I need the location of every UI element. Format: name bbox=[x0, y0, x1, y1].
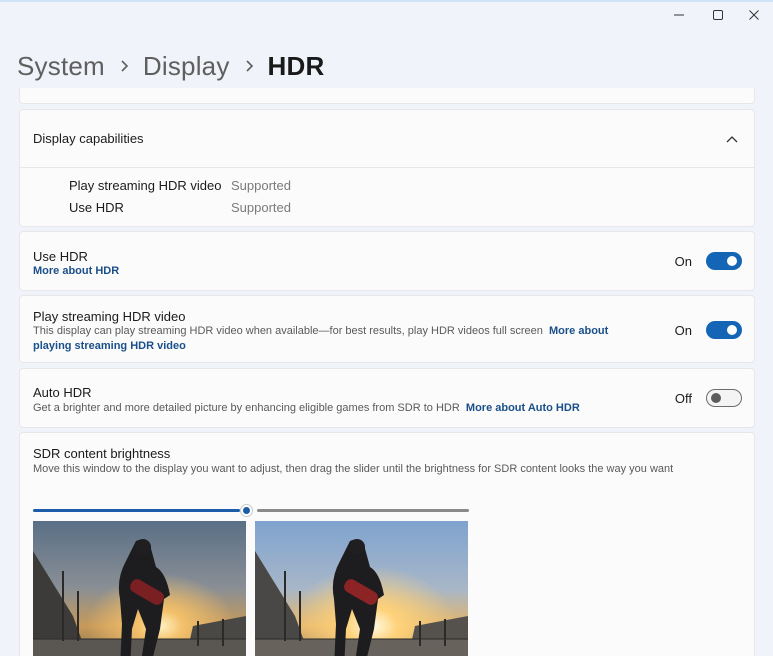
streaming-hdr-toggle-group: On bbox=[675, 321, 742, 339]
slider-track bbox=[257, 509, 469, 512]
capability-value: Supported bbox=[231, 178, 291, 193]
use-hdr-title: Use HDR bbox=[33, 249, 88, 264]
minimize-button[interactable] bbox=[662, 4, 696, 26]
streaming-hdr-link-part1[interactable]: More about bbox=[549, 325, 608, 337]
display-capabilities-title: Display capabilities bbox=[33, 131, 144, 146]
streaming-hdr-link-part2[interactable]: playing streaming HDR video bbox=[33, 340, 186, 352]
breadcrumb-item-display[interactable]: Display bbox=[143, 51, 230, 82]
hdr-preview-picture bbox=[255, 521, 468, 656]
streaming-hdr-toggle[interactable] bbox=[706, 321, 742, 339]
streaming-hdr-state-label: On bbox=[674, 322, 692, 338]
display-capabilities-card: Display capabilities Play streaming HDR … bbox=[19, 109, 755, 227]
minimize-icon bbox=[674, 14, 684, 16]
use-hdr-toggle[interactable] bbox=[706, 252, 742, 270]
maximize-button[interactable] bbox=[701, 4, 735, 26]
previous-card-edge bbox=[19, 88, 755, 104]
close-icon bbox=[749, 10, 759, 20]
slider-fill bbox=[33, 509, 240, 512]
maximize-icon bbox=[713, 10, 723, 20]
use-hdr-state-label: On bbox=[674, 253, 692, 269]
chevron-right-icon bbox=[230, 59, 268, 73]
use-hdr-card: Use HDR More about HDR On bbox=[19, 231, 755, 291]
chevron-right-icon bbox=[105, 59, 143, 73]
sdr-brightness-card: SDR content brightness Move this window … bbox=[19, 432, 755, 656]
more-about-hdr-link[interactable]: More about HDR bbox=[33, 265, 119, 277]
auto-hdr-toggle[interactable] bbox=[706, 389, 742, 407]
capability-name: Use HDR bbox=[69, 200, 124, 215]
hdr-preview-image bbox=[255, 521, 468, 656]
capability-row: Use HDR Supported bbox=[69, 200, 291, 215]
auto-hdr-card: Auto HDR Get a brighter and more detaile… bbox=[19, 368, 755, 428]
capability-name: Play streaming HDR video bbox=[69, 178, 222, 193]
capability-row: Play streaming HDR video Supported bbox=[69, 178, 291, 193]
chevron-up-icon[interactable] bbox=[722, 129, 742, 149]
streaming-hdr-desc: This display can play streaming HDR vide… bbox=[33, 324, 613, 354]
sdr-brightness-title: SDR content brightness bbox=[33, 446, 171, 461]
slider-thumb[interactable] bbox=[241, 505, 252, 516]
settings-window: System Display HDR Display capabilities … bbox=[0, 0, 773, 656]
capability-value: Supported bbox=[231, 200, 291, 215]
use-hdr-desc: More about HDR bbox=[33, 264, 119, 279]
display-capabilities-header[interactable]: Display capabilities bbox=[20, 110, 754, 168]
close-button[interactable] bbox=[737, 4, 771, 26]
use-hdr-toggle-group: On bbox=[675, 252, 742, 270]
auto-hdr-desc: Get a brighter and more detailed picture… bbox=[33, 401, 580, 416]
streaming-hdr-desc-text: This display can play streaming HDR vide… bbox=[33, 325, 543, 337]
sdr-brightness-desc: Move this window to the display you want… bbox=[33, 463, 674, 475]
toggle-knob bbox=[727, 256, 737, 266]
sdr-preview-picture bbox=[33, 521, 246, 656]
auto-hdr-desc-text: Get a brighter and more detailed picture… bbox=[33, 402, 460, 414]
streaming-hdr-title: Play streaming HDR video bbox=[33, 309, 186, 324]
sdr-preview-image bbox=[33, 521, 246, 656]
breadcrumb: System Display HDR bbox=[17, 48, 324, 84]
auto-hdr-state-label: Off bbox=[674, 390, 692, 406]
toggle-knob bbox=[727, 325, 737, 335]
streaming-hdr-card: Play streaming HDR video This display ca… bbox=[19, 295, 755, 363]
toggle-knob bbox=[711, 393, 721, 403]
auto-hdr-title: Auto HDR bbox=[33, 385, 92, 400]
more-about-auto-hdr-link[interactable]: More about Auto HDR bbox=[466, 402, 580, 414]
auto-hdr-toggle-group: Off bbox=[675, 389, 742, 407]
breadcrumb-item-system[interactable]: System bbox=[17, 51, 105, 82]
title-bar-accent bbox=[0, 0, 773, 2]
sdr-brightness-slider[interactable] bbox=[33, 505, 469, 517]
page-title: HDR bbox=[267, 50, 325, 81]
